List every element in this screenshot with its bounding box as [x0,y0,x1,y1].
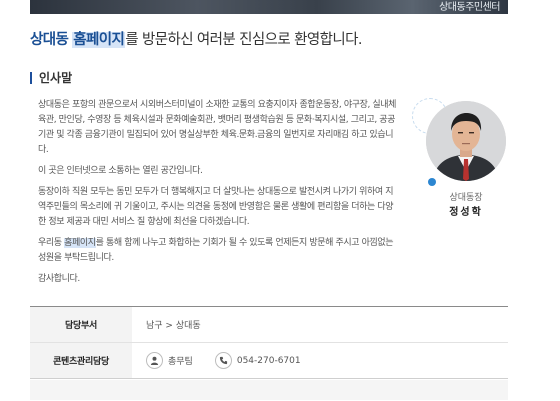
homepage-highlight: 홈페이지 [64,238,96,248]
dept-value: 남구 > 상대동 [146,321,201,331]
greeting-paragraph: 우리동 홈페이지를 통해 함께 나누고 화합하는 기회가 될 수 있도록 언제든… [38,236,398,266]
headline-place: 상대동 [30,32,69,48]
director-name: 정성학 [449,207,483,218]
greeting-paragraph: 상대동은 포항의 관문으로서 시외버스터미널이 소재한 교통의 요충지이자 종합… [38,100,397,155]
greeting-paragraph: 동장이하 직원 모두는 동민 모두가 더 행복해지고 더 살맛나는 상대동으로 … [38,187,394,227]
director-role: 상대동장 [449,193,483,203]
portrait-image [426,101,506,181]
phone-icon [214,352,232,369]
banner-text: 상대동주민센터 [439,2,500,13]
decorative-dot [428,178,436,186]
dept-label: 담당부서 [30,307,132,342]
greeting-body: 상대동은 포항의 관문으로서 시외버스터미널이 소재한 교통의 요충지이자 종합… [38,98,398,293]
headline-rest: 를 방문하신 여러분 진심으로 환영합니다. [125,32,362,48]
headline-highlight: 홈페이지 [72,32,126,48]
welcome-headline: 상대동 홈페이지를 방문하신 여러분 진심으로 환영합니다. [30,28,362,49]
greeting-closing: 감사합니다. [38,274,80,284]
table-row: 콘텐츠관리담당 총무팀 054-270-6701 [30,342,508,378]
person-icon [146,352,163,369]
paragraph-text: 우리동 [38,238,65,248]
greeting-paragraph: 이 곳은 인터넷으로 소통하는 열린 공간입니다. [38,166,203,176]
greeting-section-title: 인사말 [30,72,72,84]
manager-phone: 054-270-6701 [214,352,301,369]
top-banner-image: 상대동주민센터 [30,0,508,14]
manager-team: 총무팀 [146,352,193,369]
manager-phone-number: 054-270-6701 [236,355,301,366]
footer-bar [30,380,508,400]
director-photo [426,101,506,181]
contact-info-table: 담당부서 남구 > 상대동 콘텐츠관리담당 총무팀 054-270-6701 [30,306,508,379]
manager-team-name: 총무팀 [168,357,193,367]
table-row: 담당부서 남구 > 상대동 [30,307,508,342]
manager-label: 콘텐츠관리담당 [30,343,132,378]
manager-value: 총무팀 054-270-6701 [132,343,508,378]
